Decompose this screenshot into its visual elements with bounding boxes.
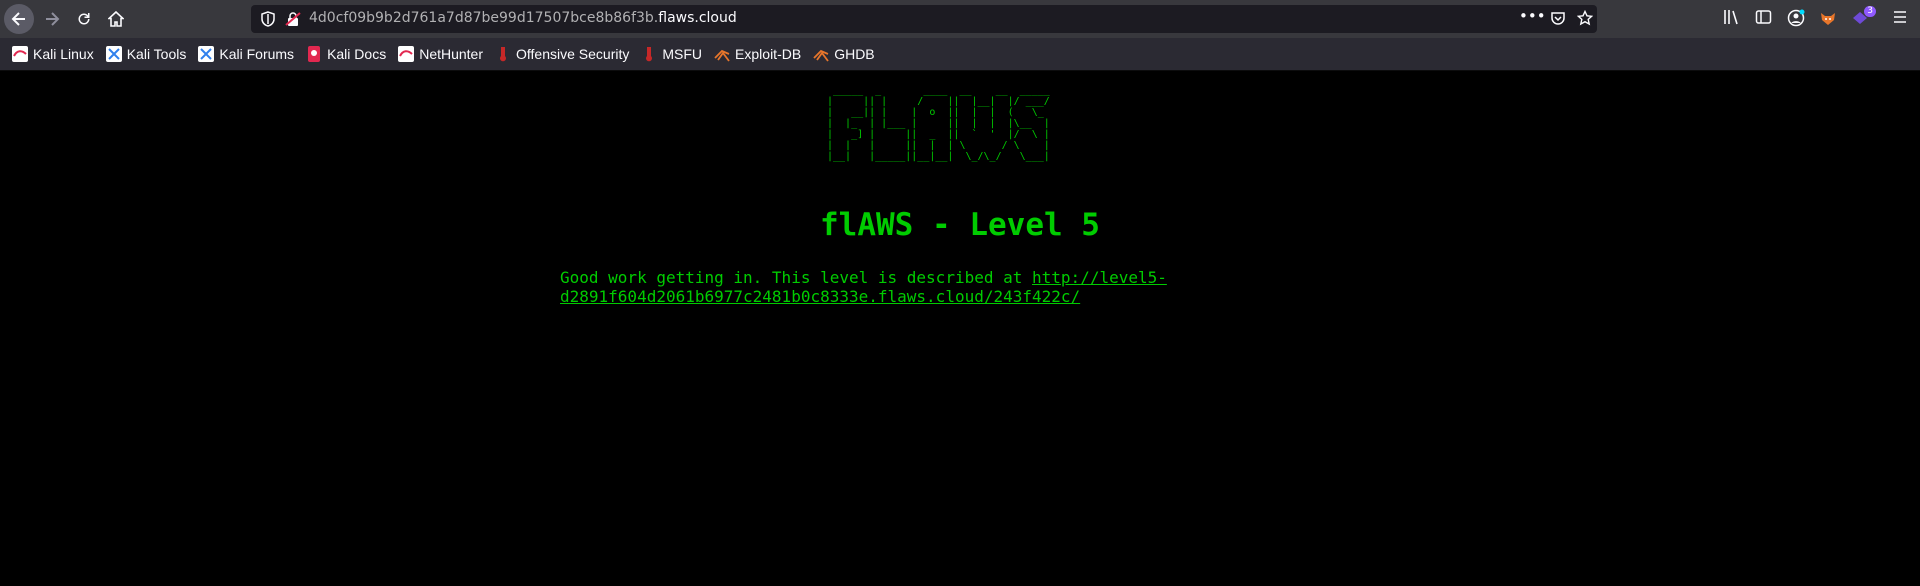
url-text[interactable]: 4d0cf09b9b2d761a7d87be99d17507bce8b86f3b… (309, 10, 737, 26)
pocket-icon[interactable] (1547, 10, 1569, 28)
home-icon (108, 11, 124, 27)
page-content: _____ _ ____ __ __ _____ | || | / || |__… (0, 71, 1920, 586)
kali-tools-icon (105, 46, 122, 62)
msfu-icon (646, 47, 653, 62)
browser-window: 4d0cf09b9b2d761a7d87be99d17507bce8b86f3b… (0, 0, 1920, 586)
bookmark-offensive-security[interactable]: Offensive Security (495, 46, 629, 62)
shield-icon[interactable] (259, 10, 277, 28)
bookmark-label: Exploit-DB (735, 46, 802, 62)
exploit-db-icon (714, 49, 730, 62)
insecure-lock-icon[interactable] (284, 10, 302, 28)
bookmark-nethunter[interactable]: NetHunter (398, 46, 483, 62)
reload-icon (78, 13, 90, 25)
bookmark-label: Kali Tools (126, 46, 187, 62)
forward-arrow-icon (46, 12, 60, 26)
url-domain: flaws.cloud (658, 10, 737, 26)
reload-button[interactable] (69, 4, 99, 34)
navigation-toolbar: 4d0cf09b9b2d761a7d87be99d17507bce8b86f3b… (0, 0, 1920, 38)
back-arrow-icon (11, 12, 25, 26)
extension-icon[interactable]: 3 (1849, 6, 1876, 29)
ghdb-icon (813, 49, 829, 62)
home-button[interactable] (101, 4, 131, 34)
foxyproxy-extension-icon[interactable] (1817, 9, 1839, 29)
level-message: Good work getting in. This level is desc… (560, 268, 1180, 306)
account-icon[interactable] (1785, 9, 1807, 29)
bookmark-star-icon[interactable] (1574, 9, 1596, 28)
offsec-icon (500, 47, 507, 62)
bookmark-label: Offensive Security (516, 46, 630, 62)
bookmark-label: Kali Forums (219, 46, 295, 62)
bookmark-exploit-db[interactable]: Exploit-DB (714, 46, 801, 62)
bookmark-kali-forums[interactable]: Kali Forums (198, 46, 294, 62)
url-bar[interactable]: 4d0cf09b9b2d761a7d87be99d17507bce8b86f3b… (251, 5, 1597, 33)
extension-badge: 3 (1864, 6, 1876, 17)
kali-forums-icon (198, 46, 215, 62)
bookmark-label: NetHunter (419, 46, 484, 62)
bookmark-kali-tools[interactable]: Kali Tools (105, 46, 187, 62)
hamburger-menu-icon[interactable] (1889, 9, 1911, 29)
page-actions-icon[interactable]: ••• (1519, 7, 1546, 25)
bookmark-kali-linux[interactable]: Kali Linux (12, 46, 94, 62)
library-icon[interactable] (1721, 9, 1743, 29)
message-text: Good work getting in. This level is desc… (560, 268, 1033, 287)
bookmark-ghdb[interactable]: GHDB (813, 46, 875, 62)
sidebar-icon[interactable] (1753, 9, 1775, 29)
bookmarks-toolbar: Kali Linux Kali Tools Kali Forums Kali D… (0, 38, 1920, 71)
bookmark-kali-docs[interactable]: Kali Docs (306, 46, 386, 62)
kali-dragon-icon (12, 46, 28, 62)
forward-button[interactable] (37, 4, 67, 34)
kali-docs-icon (308, 46, 321, 62)
bookmark-label: Kali Linux (33, 46, 94, 62)
bookmark-label: GHDB (834, 46, 875, 62)
nethunter-icon (398, 46, 415, 62)
back-button[interactable] (4, 4, 34, 34)
bookmark-label: MSFU (662, 46, 703, 62)
page-title: flAWS - Level 5 (820, 207, 1100, 243)
bookmark-label: Kali Docs (327, 46, 387, 62)
url-subdomain: 4d0cf09b9b2d761a7d87be99d17507bce8b86f3b… (309, 10, 659, 26)
bookmark-msfu[interactable]: MSFU (641, 46, 702, 62)
ascii-logo: _____ _ ____ __ __ _____ | || | / || |__… (827, 85, 1050, 162)
